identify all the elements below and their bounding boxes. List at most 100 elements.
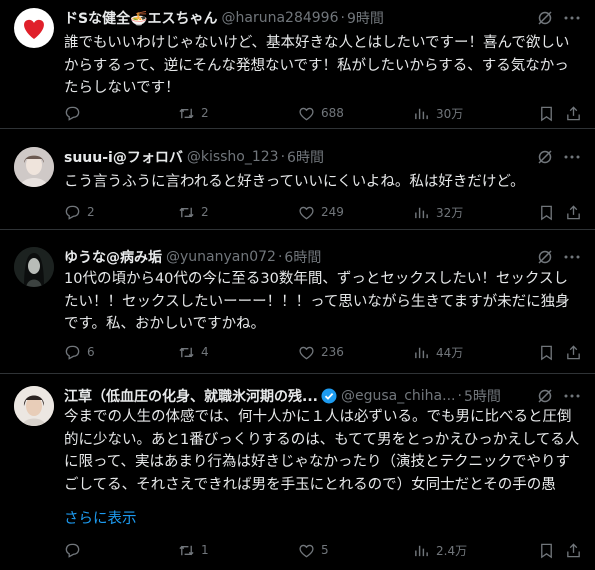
share-icon [567, 542, 580, 557]
more-icon[interactable] [563, 9, 581, 27]
like-button[interactable]: 5 [298, 540, 329, 560]
views-count: 30万 [436, 106, 464, 121]
views-button[interactable]: 2.4万 [413, 540, 467, 560]
like-button[interactable]: 688 [298, 103, 344, 123]
share-button[interactable] [565, 342, 583, 362]
like-count: 688 [321, 106, 344, 120]
retweet-button[interactable]: 4 [178, 342, 209, 362]
avatar[interactable] [14, 8, 54, 48]
retweet-count: 2 [201, 205, 209, 219]
retweet-button[interactable]: 2 [178, 103, 209, 123]
like-icon [299, 107, 314, 120]
tweet-3[interactable]: ゆうな@病み垢 @yunanyan072 · 6時間 10代の頃から40代の今に… [0, 230, 595, 374]
tweet-header: ドSな健全🍜エスちゃん @haruna284996 · 9時間 [64, 8, 585, 28]
reply-button[interactable] [64, 540, 87, 560]
retweet-button[interactable]: 1 [178, 540, 209, 560]
bookmark-button[interactable] [538, 540, 556, 560]
tweet-text: こう言うふうに言われると好きっていいにくいよね。私は好きだけど。 [64, 174, 525, 190]
tweet-header: 江草（低血圧の化身、就職氷河期の残... @egusa_chiha... · 5… [64, 386, 527, 406]
tweet-actions: 6 4 236 44万 [0, 342, 595, 362]
display-name[interactable]: 江草（低血圧の化身、就職氷河期の残... [64, 386, 318, 406]
tweet-1[interactable]: ドSな健全🍜エスちゃん @haruna284996 · 9時間 誰でもいいわけじ… [0, 0, 595, 129]
grok-icon[interactable] [537, 10, 553, 26]
views-icon [415, 347, 428, 358]
user-avatar-icon [14, 386, 54, 426]
reply-button[interactable] [64, 103, 87, 123]
bookmark-button[interactable] [538, 342, 556, 362]
tweet-text: 今までの人生の体感では、何十人かに１人は必ずいる。でも男に比べると圧倒的に少ない… [64, 409, 580, 493]
views-icon [415, 207, 428, 218]
bookmark-button[interactable] [538, 103, 556, 123]
handle[interactable]: @egusa_chiha... [341, 388, 456, 404]
like-icon [299, 346, 314, 359]
tweet-2[interactable]: suuu-i@フォロバ @kissho_123 · 6時間 こう言うふうに言われ… [0, 129, 595, 230]
handle[interactable]: @haruna284996 [222, 10, 339, 26]
heart-avatar-icon [24, 19, 44, 39]
reply-icon [65, 345, 80, 360]
share-icon [567, 105, 580, 120]
avatar[interactable] [14, 247, 54, 287]
grok-icon[interactable] [537, 149, 553, 165]
like-count: 249 [321, 205, 344, 219]
retweet-count: 1 [201, 543, 209, 557]
reply-icon [65, 106, 80, 121]
tweet-actions: 1 5 2.4万 [0, 540, 595, 560]
retweet-count: 4 [201, 345, 209, 359]
bookmark-button[interactable] [538, 202, 556, 222]
tweet-text: 誰でもいいわけじゃないけど、基本好きな人とはしたいですー！喜んで欲しいからするっ… [64, 35, 570, 97]
display-name[interactable]: ドSな健全🍜エスちゃん [64, 8, 218, 28]
display-name[interactable]: suuu-i@フォロバ [64, 147, 183, 167]
avatar[interactable] [14, 147, 54, 187]
reply-button[interactable]: 6 [64, 342, 95, 362]
views-button[interactable]: 44万 [413, 342, 463, 362]
share-button[interactable] [565, 540, 583, 560]
grok-icon[interactable] [537, 388, 553, 404]
separator-dot: · [280, 149, 286, 165]
share-button[interactable] [565, 202, 583, 222]
retweet-icon [179, 207, 194, 217]
share-icon [567, 344, 580, 359]
tweet-header: ゆうな@病み垢 @yunanyan072 · 6時間 [64, 247, 585, 267]
tweet-actions: 2 2 249 32万 [0, 202, 595, 222]
grok-icon[interactable] [537, 249, 553, 265]
reply-button[interactable]: 2 [64, 202, 95, 222]
bookmark-icon [541, 106, 552, 121]
user-avatar-icon [14, 247, 54, 287]
like-button[interactable]: 249 [298, 202, 344, 222]
tweet-actions: 2 688 30万 [0, 103, 595, 123]
separator-dot: · [277, 249, 283, 265]
separator-dot: · [340, 10, 345, 26]
show-more-link[interactable]: さらに表示 [64, 507, 137, 528]
timestamp[interactable]: 6時間 [284, 247, 321, 267]
more-icon[interactable] [563, 148, 581, 166]
views-count: 2.4万 [436, 543, 468, 558]
timestamp[interactable]: 9時間 [347, 8, 384, 28]
views-icon [415, 545, 428, 556]
more-icon[interactable] [563, 387, 581, 405]
separator-dot: · [457, 388, 462, 404]
reply-icon [65, 205, 80, 220]
reply-count: 2 [87, 205, 95, 219]
views-button[interactable]: 32万 [413, 202, 463, 222]
more-icon[interactable] [563, 248, 581, 266]
retweet-count: 2 [201, 106, 209, 120]
reply-count: 6 [87, 345, 95, 359]
tweet-4[interactable]: 江草（低血圧の化身、就職氷河期の残... @egusa_chiha... · 5… [0, 374, 595, 570]
views-button[interactable]: 30万 [413, 103, 463, 123]
handle[interactable]: @yunanyan072 [166, 249, 276, 265]
share-button[interactable] [565, 103, 583, 123]
retweet-icon [179, 545, 194, 555]
handle[interactable]: @kissho_123 [187, 149, 279, 165]
user-avatar-icon [14, 147, 54, 187]
timestamp[interactable]: 6時間 [287, 147, 324, 167]
share-icon [567, 204, 580, 219]
timestamp[interactable]: 5時間 [464, 386, 501, 406]
retweet-button[interactable]: 2 [178, 202, 209, 222]
avatar[interactable] [14, 386, 54, 426]
display-name[interactable]: ゆうな@病み垢 [64, 247, 162, 267]
retweet-icon [179, 108, 194, 118]
verified-icon [321, 388, 337, 404]
like-icon [299, 544, 314, 557]
views-icon [415, 108, 428, 119]
like-button[interactable]: 236 [298, 342, 344, 362]
